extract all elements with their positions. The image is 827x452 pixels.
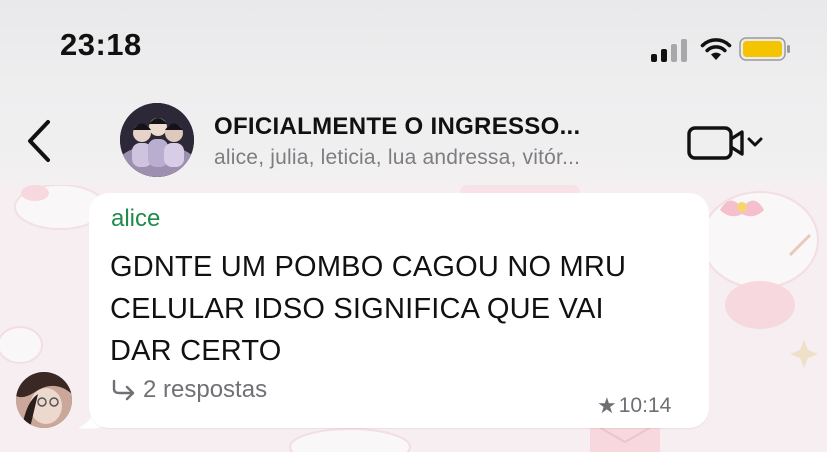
video-camera-icon[interactable]: [686, 123, 770, 163]
sender-photo: [16, 372, 72, 428]
replies-count: 2 respostas: [143, 376, 268, 403]
message-meta: ★ 10:14: [597, 393, 671, 419]
message-time: 10:14: [618, 394, 672, 417]
back-chevron-icon[interactable]: [20, 118, 60, 164]
group-title[interactable]: OFICIALMENTE O INGRESSO...: [214, 113, 581, 141]
status-time: 23:18: [60, 27, 142, 62]
group-members-list[interactable]: alice, julia, leticia, lua andressa, vit…: [214, 146, 580, 170]
chat-header: 23:18 OFICIALMENTE O INGRESSO... alice, …: [0, 0, 827, 185]
replies-link[interactable]: 2 respostas: [111, 376, 267, 404]
message-text: GDNTE UM POMBO CAGOU NO MRU CELULAR IDSO…: [110, 251, 627, 367]
group-photo: [120, 103, 194, 177]
sender-avatar[interactable]: [16, 372, 72, 428]
group-avatar[interactable]: [120, 103, 194, 177]
message-sender-name[interactable]: alice: [111, 205, 160, 233]
battery-icon: [739, 37, 790, 61]
cellular-signal-icon: [651, 38, 691, 62]
reply-arrow-icon: [112, 379, 135, 401]
wifi-icon: [700, 38, 732, 60]
star-icon: ★: [597, 393, 617, 418]
